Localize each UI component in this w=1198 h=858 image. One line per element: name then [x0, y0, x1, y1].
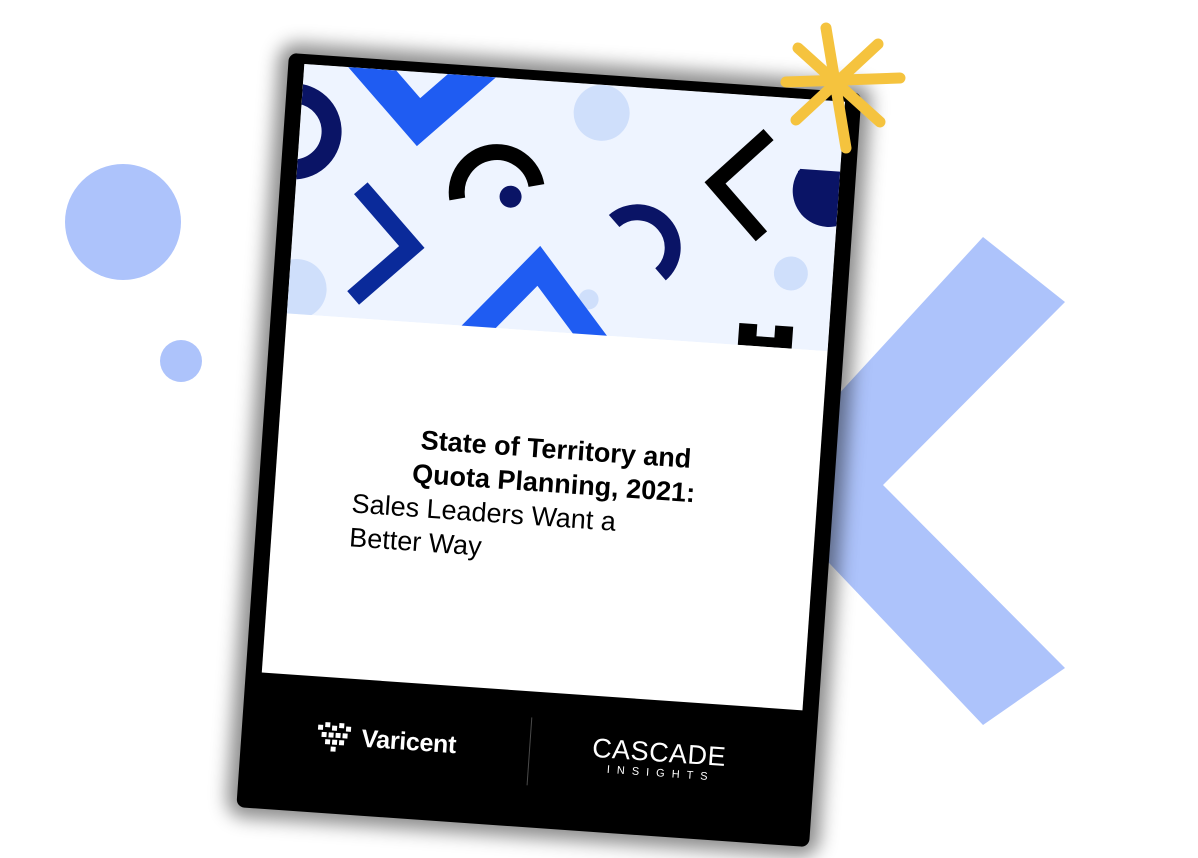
varicent-pixel-heart-icon	[317, 722, 352, 752]
large-circle-icon	[65, 164, 181, 280]
small-circle-icon	[160, 340, 202, 382]
report-cover[interactable]: State of Territory and Quota Planning, 2…	[236, 52, 862, 848]
geometric-pattern	[286, 63, 846, 352]
asterisk-star-icon	[780, 22, 906, 154]
footer-divider	[526, 717, 533, 786]
report-title: State of Territory and Quota Planning, 2…	[338, 418, 766, 583]
cover-page: State of Territory and Quota Planning, 2…	[261, 63, 846, 711]
varicent-logo: Varicent	[314, 720, 457, 760]
varicent-wordmark: Varicent	[360, 724, 458, 759]
cascade-insights-logo: CASCADE INSIGHTS	[590, 733, 727, 785]
